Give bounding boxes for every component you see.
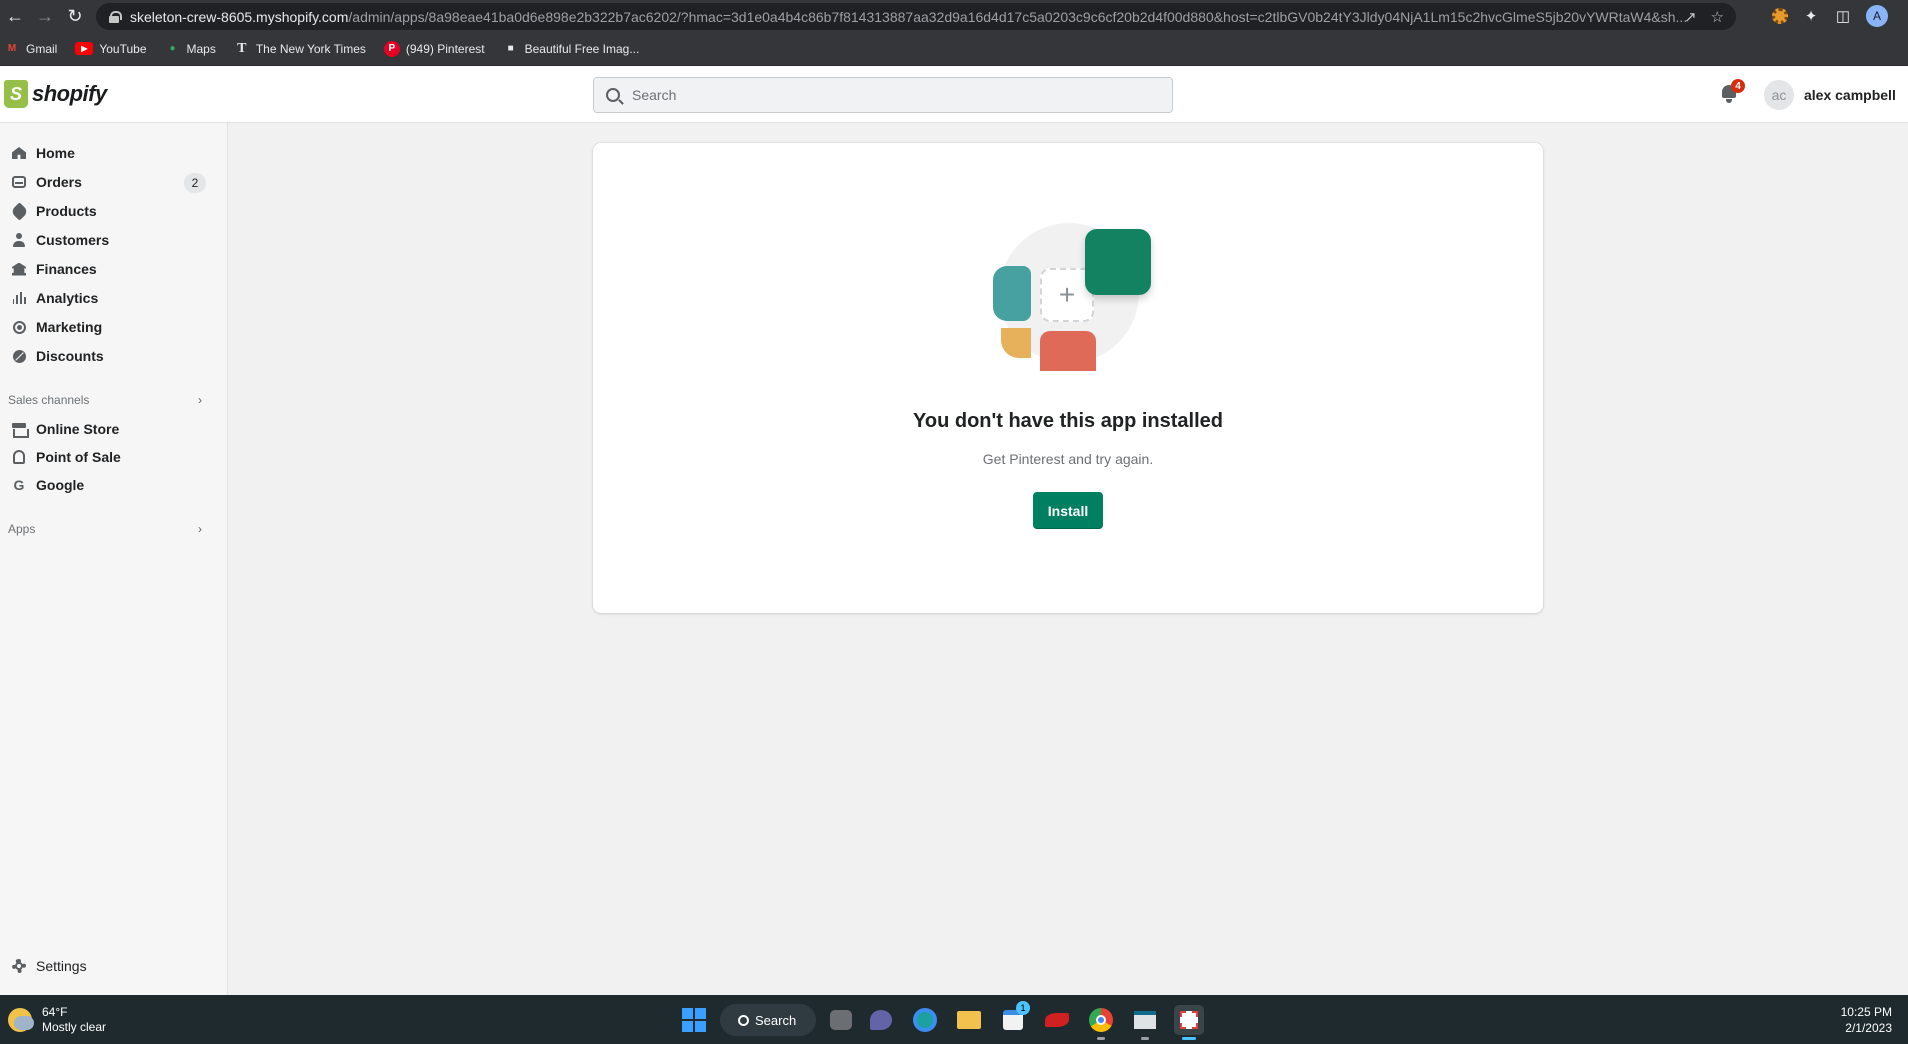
- sidebar-item-settings[interactable]: Settings: [0, 952, 220, 980]
- maps-pin-icon: ●: [169, 43, 176, 54]
- url-text[interactable]: skeleton-crew-8605.myshopify.com/admin/a…: [130, 9, 1690, 25]
- pinterest-icon: P: [383, 40, 400, 57]
- search-bar[interactable]: [593, 77, 1173, 113]
- back-arrow-icon[interactable]: ←: [0, 0, 30, 32]
- chevron-right-icon[interactable]: ›: [198, 393, 202, 407]
- inbox-icon: [12, 175, 26, 189]
- windows-start-icon[interactable]: [682, 1008, 706, 1032]
- weather-moon-cloud-icon: [8, 1008, 34, 1032]
- extension-icon[interactable]: [1772, 8, 1788, 24]
- sidebar-item-online-store[interactable]: Online Store: [0, 415, 220, 443]
- avatar: ac: [1764, 80, 1794, 110]
- google-icon: G: [13, 477, 25, 493]
- forward-arrow-icon[interactable]: →: [30, 0, 60, 32]
- browser-toolbar: ← → ↻ skeleton-crew-8605.myshopify.com/a…: [0, 0, 1908, 32]
- discount-icon: [12, 349, 26, 363]
- empty-state-title: You don't have this app installed: [913, 410, 1223, 432]
- pos-icon: [12, 450, 26, 464]
- sidebar-item-google[interactable]: G Google: [0, 471, 220, 499]
- share-icon[interactable]: ↗: [1684, 8, 1697, 26]
- store-icon: [12, 422, 29, 438]
- sidebar-item-analytics[interactable]: Analytics: [0, 284, 220, 312]
- app-not-installed-card: + You don't have this app installed Get …: [593, 143, 1543, 613]
- profile-avatar[interactable]: A: [1866, 5, 1888, 27]
- top-bar: S shopify 4 ac alex campbell: [0, 66, 1908, 123]
- task-view-icon[interactable]: [830, 1010, 852, 1030]
- bar-chart-icon: [12, 291, 26, 305]
- sidebar-item-home[interactable]: Home: [0, 139, 220, 167]
- target-icon: [12, 320, 26, 334]
- sidebar: Home Orders 2 Products Customers Finance…: [0, 123, 228, 995]
- teams-chat-icon[interactable]: [866, 1005, 896, 1035]
- tag-icon: [9, 201, 29, 221]
- search-icon: [606, 88, 620, 102]
- user-name: alex campbell: [1804, 87, 1896, 103]
- file-explorer-icon[interactable]: [954, 1005, 984, 1035]
- empty-state-subtitle: Get Pinterest and try again.: [982, 451, 1154, 467]
- chevron-right-icon[interactable]: ›: [198, 522, 202, 536]
- person-icon: [12, 233, 26, 247]
- shopify-logo[interactable]: S shopify: [4, 80, 107, 108]
- window-app-icon[interactable]: [1130, 1005, 1160, 1040]
- camera-icon: ■: [507, 43, 514, 54]
- sales-channels-header[interactable]: Sales channels ›: [0, 388, 220, 412]
- search-icon: [738, 1014, 749, 1026]
- notifications-bell-icon[interactable]: 4: [1718, 79, 1745, 105]
- weather-condition: Mostly clear: [42, 1020, 107, 1034]
- bookmark-youtube[interactable]: ▶ YouTube: [75, 42, 147, 56]
- sidebar-item-finances[interactable]: Finances: [0, 255, 220, 283]
- chrome-browser-icon[interactable]: [1086, 1005, 1116, 1040]
- taskbar-search-button[interactable]: Search: [720, 1004, 816, 1036]
- system-clock[interactable]: 10:25 PM 2/1/2023: [1841, 1004, 1892, 1036]
- puzzle-extensions-icon[interactable]: ✦: [1802, 7, 1820, 25]
- install-button[interactable]: Install: [1033, 492, 1103, 529]
- side-panel-icon[interactable]: ◫: [1834, 7, 1852, 25]
- bookmark-gmail[interactable]: M Gmail: [4, 41, 58, 57]
- bookmark-star-icon[interactable]: ☆: [1711, 8, 1724, 26]
- app-tiles-illustration: +: [993, 223, 1151, 373]
- microsoft-store-icon[interactable]: 1: [998, 1001, 1030, 1035]
- lock-icon: [108, 10, 122, 23]
- apps-header[interactable]: Apps ›: [0, 517, 220, 541]
- gear-icon: [12, 959, 26, 973]
- sidebar-item-orders[interactable]: Orders 2: [0, 168, 220, 196]
- snipping-tool-icon[interactable]: [1174, 1005, 1204, 1040]
- orders-count-badge: 2: [184, 173, 206, 193]
- youtube-icon: ▶: [75, 42, 94, 55]
- weather-widget[interactable]: 64°F Mostly clear: [8, 1005, 106, 1035]
- sidebar-item-products[interactable]: Products: [0, 197, 220, 225]
- bookmark-free-images[interactable]: ■ Beautiful Free Imag...: [503, 41, 640, 57]
- bookmarks-bar: M Gmail ▶ YouTube ● Maps T The New York …: [0, 32, 1908, 66]
- address-bar[interactable]: skeleton-crew-8605.myshopify.com/admin/a…: [96, 3, 1736, 30]
- edge-browser-icon[interactable]: [910, 1005, 940, 1035]
- nytimes-icon: T: [237, 40, 247, 56]
- sidebar-item-point-of-sale[interactable]: Point of Sale: [0, 443, 220, 471]
- temperature: 64°F: [42, 1005, 68, 1019]
- notification-count-badge: 4: [1731, 79, 1745, 93]
- gmail-icon: M: [7, 43, 17, 54]
- search-input[interactable]: [632, 87, 1132, 103]
- user-menu[interactable]: ac alex campbell: [1764, 80, 1896, 110]
- bookmark-pinterest[interactable]: P (949) Pinterest: [383, 40, 485, 57]
- reload-icon[interactable]: ↻: [60, 0, 90, 32]
- red-app-icon[interactable]: [1042, 1005, 1072, 1035]
- bookmark-nytimes[interactable]: T The New York Times: [234, 41, 366, 57]
- sidebar-item-marketing[interactable]: Marketing: [0, 313, 220, 341]
- sidebar-item-discounts[interactable]: Discounts: [0, 342, 220, 370]
- home-icon: [12, 146, 26, 160]
- taskbar: 64°F Mostly clear Search 1 10:25 PM 2/1/…: [0, 995, 1908, 1044]
- store-notification-badge: 1: [1016, 1001, 1030, 1015]
- shopify-bag-icon: S: [4, 80, 28, 108]
- sidebar-item-customers[interactable]: Customers: [0, 226, 220, 254]
- bookmark-maps[interactable]: ● Maps: [165, 41, 215, 57]
- bank-icon: [12, 262, 26, 276]
